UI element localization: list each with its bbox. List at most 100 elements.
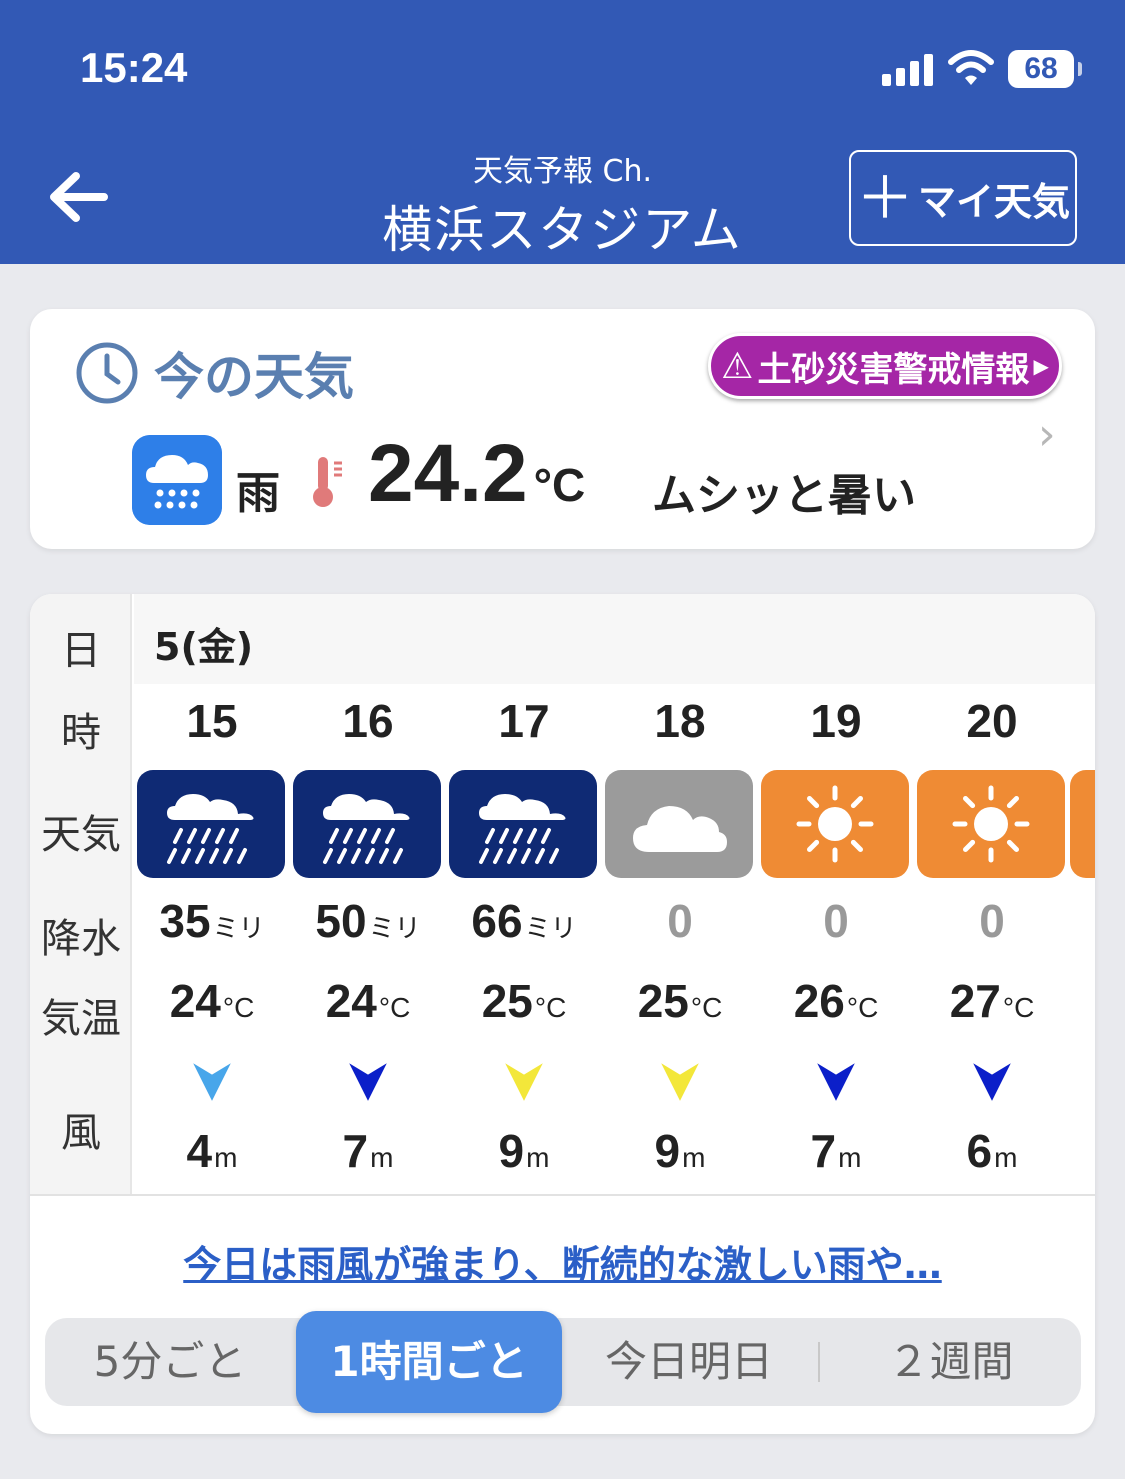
sunny-icon-partial	[1070, 770, 1095, 878]
temperature-value: 24	[325, 975, 377, 1027]
label-precip: 降水	[41, 916, 121, 962]
tab-today-tomorrow[interactable]: 今日明日	[562, 1318, 816, 1406]
temperature: 24°C	[290, 974, 446, 1028]
sunny-icon	[917, 770, 1065, 878]
hour-column[interactable]: 15 35ミリ 24°C 4m	[134, 684, 290, 1194]
temperature-value: 25	[637, 975, 689, 1027]
label-wind: 風	[61, 1110, 101, 1156]
hour-label: 20	[966, 695, 1018, 747]
precipitation-value: 50	[315, 895, 367, 947]
precipitation: 66ミリ	[446, 894, 602, 948]
wind-speed: 4m	[134, 1124, 290, 1178]
wind-speed: 6m	[914, 1124, 1070, 1178]
forecast-date: 5(金)	[154, 625, 254, 669]
hourly-forecast-card: 日 時 天気 降水 気温 風 5(金) 15 35ミリ 24°C 4m 16 50ミリ 24…	[30, 594, 1095, 1434]
tab-5min[interactable]: 5分ごと	[45, 1318, 295, 1406]
wind-speed: 9m	[602, 1124, 758, 1178]
wind-direction-icon	[502, 1060, 546, 1104]
hour-label: 16	[342, 695, 394, 747]
hour-label: 19	[810, 695, 862, 747]
wind-direction-icon	[970, 1060, 1014, 1104]
tab-2weeks[interactable]: ２週間	[820, 1318, 1081, 1406]
temperature-value: 24.2	[368, 428, 528, 519]
wind-speed-value: 4	[186, 1125, 213, 1177]
wifi-icon	[948, 50, 994, 85]
precipitation-unit: ミリ	[524, 913, 577, 943]
status-time: 15:24	[80, 44, 188, 91]
chevron-right-icon[interactable]: ›	[1038, 409, 1056, 460]
wind-speed-value: 6	[966, 1125, 993, 1177]
temperature-unit: °C	[690, 992, 723, 1023]
temperature-value: 24	[169, 975, 221, 1027]
heavy-rain-icon	[449, 770, 597, 878]
feel-description: ムシッと暑い	[652, 470, 916, 521]
plus-icon: ＋	[855, 164, 914, 232]
hour-column[interactable]: 20 0 27°C 6m	[914, 684, 1070, 1194]
precipitation-value: 0	[667, 895, 693, 947]
wind-speed-value: 9	[498, 1125, 525, 1177]
precipitation-unit: ミリ	[212, 913, 265, 943]
heavy-rain-icon	[137, 770, 285, 878]
wind-speed-value: 9	[654, 1125, 681, 1177]
precipitation: 35ミリ	[134, 894, 290, 948]
current-weather-heading: 今の天気	[74, 337, 354, 409]
tab-hourly[interactable]: 1時間ごと	[296, 1311, 562, 1413]
temperature-unit: °C	[846, 992, 879, 1023]
wind-speed: 7m	[758, 1124, 914, 1178]
temperature-value: 27	[949, 975, 1001, 1027]
label-hour: 時	[61, 710, 101, 756]
wind-speed-unit: m	[370, 1142, 394, 1173]
current-weather-text: 雨	[236, 468, 280, 519]
forecast-summary-link[interactable]: 今日は雨風が強まり、断続的な激しい雨や…	[30, 1234, 1095, 1289]
temperature-value: 25	[481, 975, 533, 1027]
wind-speed: 7m	[290, 1124, 446, 1178]
temperature: 27°C	[914, 974, 1070, 1028]
temperature-unit: °C	[533, 459, 586, 511]
heavy-rain-icon	[293, 770, 441, 878]
wind-direction-icon	[658, 1060, 702, 1104]
hour-column[interactable]: 19 0 26°C 7m	[758, 684, 914, 1194]
precipitation-value: 0	[823, 895, 849, 947]
hour-label: 15	[186, 695, 238, 747]
battery-icon: 68	[1008, 50, 1082, 88]
current-weather-title: 今の天気	[154, 348, 354, 406]
temperature-unit: °C	[1002, 992, 1035, 1023]
current-temperature: 24.2 °C	[368, 427, 585, 521]
label-temp: 気温	[41, 996, 121, 1042]
temperature: 24°C	[134, 974, 290, 1028]
my-weather-label: マイ天気	[918, 179, 1071, 224]
app-header: 15:24 68 天気予報 Ch. 横浜スタジアム ＋ マイ天気	[0, 0, 1125, 264]
precipitation: 50ミリ	[290, 894, 446, 948]
wind-direction-icon	[346, 1060, 390, 1104]
wind-speed: 9m	[446, 1124, 602, 1178]
add-my-weather-button[interactable]: ＋ マイ天気	[849, 150, 1077, 246]
cloudy-icon	[605, 770, 753, 878]
wind-speed-value: 7	[810, 1125, 837, 1177]
wind-direction-icon	[814, 1060, 858, 1104]
hour-label: 18	[654, 695, 706, 747]
wind-speed-unit: m	[994, 1142, 1018, 1173]
temperature: 25°C	[446, 974, 602, 1028]
wind-speed-unit: m	[682, 1142, 706, 1173]
date-row: 5(金)	[134, 594, 1095, 684]
hour-column[interactable]: 18 0 25°C 9m	[602, 684, 758, 1194]
label-date: 日	[61, 628, 101, 674]
divider	[30, 1194, 1095, 1196]
landslide-warning-badge[interactable]: ⚠ 土砂災害警戒情報 ▶	[708, 333, 1062, 399]
label-weather: 天気	[41, 812, 121, 858]
temperature-value: 26	[793, 975, 845, 1027]
clock-icon	[76, 342, 138, 404]
wind-speed-value: 7	[342, 1125, 369, 1177]
precipitation-unit: ミリ	[368, 913, 421, 943]
temperature: 25°C	[602, 974, 758, 1028]
hour-column[interactable]: 16 50ミリ 24°C 7m	[290, 684, 446, 1194]
current-weather-card[interactable]: 今の天気 ⚠ 土砂災害警戒情報 ▶ › 雨 24.2 °C ムシッと暑い	[30, 309, 1095, 549]
interval-tabs: 5分ごと 1時間ごと 今日明日 ２週間	[45, 1311, 1081, 1413]
play-arrow-icon: ▶	[1033, 354, 1049, 378]
wind-speed-unit: m	[526, 1142, 550, 1173]
hour-column[interactable]: 17 66ミリ 25°C 9m	[446, 684, 602, 1194]
wind-speed-unit: m	[838, 1142, 862, 1173]
precipitation: 0	[914, 894, 1070, 948]
precipitation: 0	[758, 894, 914, 948]
sunny-icon	[761, 770, 909, 878]
